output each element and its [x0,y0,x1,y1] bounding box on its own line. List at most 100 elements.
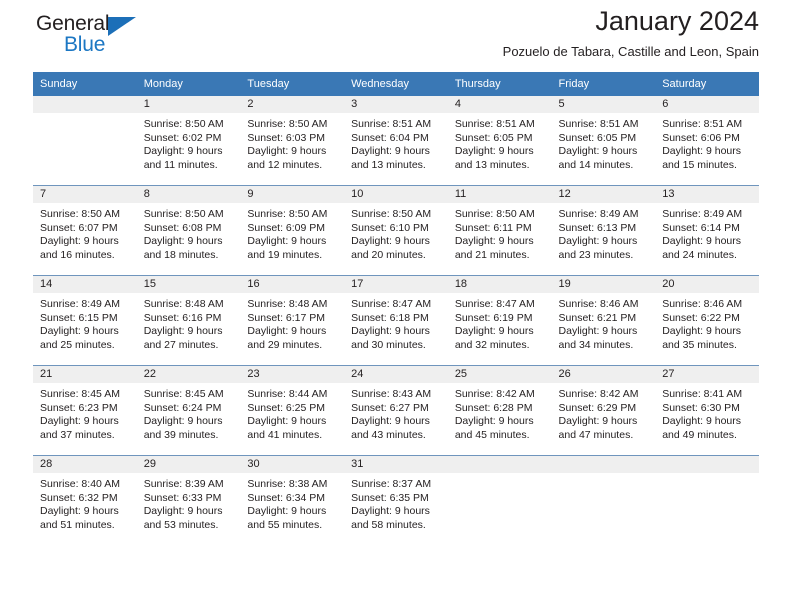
day-detail-text [33,113,137,118]
day-number: 12 [551,186,656,203]
day-detail-line: and 32 minutes. [454,338,530,351]
day-cell-inner: 31 Sunrise: 8:37 AM Sunset: 6:35 PM Dayligh… [344,456,448,545]
calendar-day-cell[interactable]: 31 Sunrise: 8:37 AM Sunset: 6:35 PM Dayligh… [344,455,448,545]
day-cell-inner: 4 Sunrise: 8:51 AM Sunset: 6:05 PM Daylight… [447,96,552,185]
day-number [447,456,552,473]
calendar-day-cell[interactable]: 21 Sunrise: 8:45 AM Sunset: 6:23 PM Dayligh… [33,365,137,456]
day-detail-line: Sunrise: 8:37 AM [351,478,432,490]
day-cell-inner: 17 Sunrise: 8:47 AM Sunset: 6:18 PM Dayligh… [344,276,448,365]
day-number: 16 [240,276,345,293]
day-detail-line: Sunset: 6:33 PM [143,491,222,504]
day-cell-inner: 21 Sunrise: 8:45 AM Sunset: 6:23 PM Dayligh… [33,366,137,455]
calendar-day-cell[interactable]: 20 Sunrise: 8:46 AM Sunset: 6:22 PM Dayligh… [655,275,759,366]
calendar-day-cell[interactable]: 11 Sunrise: 8:50 AM Sunset: 6:11 PM Dayligh… [447,185,552,276]
day-detail-line: Sunset: 6:23 PM [40,401,118,414]
day-detail-text: Sunrise: 8:37 AM Sunset: 6:35 PM Daylight:… [344,473,448,532]
day-detail-line: and 30 minutes. [351,338,426,351]
day-detail-text [552,473,656,478]
calendar-day-cell[interactable]: 19 Sunrise: 8:46 AM Sunset: 6:21 PM Dayligh… [551,275,656,366]
page-header: General Blue January 2024 Pozuelo de Tab… [33,0,759,72]
calendar-day-cell[interactable]: 4 Sunrise: 8:51 AM Sunset: 6:05 PM Daylight… [447,96,552,186]
calendar-day-cell[interactable]: 26 Sunrise: 8:42 AM Sunset: 6:29 PM Dayligh… [551,365,656,456]
day-cell-inner: 2 Sunrise: 8:50 AM Sunset: 6:03 PM Daylight… [240,96,345,185]
calendar-day-cell[interactable]: 25 Sunrise: 8:42 AM Sunset: 6:28 PM Dayligh… [447,365,552,456]
calendar-day-cell[interactable]: 15 Sunrise: 8:48 AM Sunset: 6:16 PM Dayligh… [136,275,241,366]
day-detail-text: Sunrise: 8:39 AM Sunset: 6:33 PM Daylight:… [137,473,241,532]
day-cell-inner: 25 Sunrise: 8:42 AM Sunset: 6:28 PM Dayligh… [447,366,552,455]
calendar-day-cell[interactable]: 24 Sunrise: 8:43 AM Sunset: 6:27 PM Dayligh… [344,365,448,456]
day-detail-line: and 13 minutes. [351,158,426,171]
day-detail-line: Daylight: 9 hours [40,235,119,248]
day-detail-line: Daylight: 9 hours [247,415,327,428]
calendar-day-cell[interactable]: 13 Sunrise: 8:49 AM Sunset: 6:14 PM Dayligh… [655,185,759,276]
calendar-day-cell[interactable]: 7 Sunrise: 8:50 AM Sunset: 6:07 PM Daylight… [33,185,137,276]
day-number: 25 [447,366,552,383]
day-number: 11 [447,186,552,203]
day-number: 15 [136,276,241,293]
calendar-day-cell[interactable]: 5 Sunrise: 8:51 AM Sunset: 6:05 PM Daylight… [551,96,656,186]
calendar-day-cell[interactable]: 16 Sunrise: 8:48 AM Sunset: 6:17 PM Dayligh… [240,275,345,366]
day-number: 9 [240,186,345,203]
calendar-day-cell[interactable]: 27 Sunrise: 8:41 AM Sunset: 6:30 PM Dayligh… [655,365,759,456]
day-detail-line: Sunset: 6:21 PM [558,311,637,324]
day-detail-line: Sunset: 6:15 PM [40,311,118,324]
day-detail-text: Sunrise: 8:43 AM Sunset: 6:27 PM Daylight:… [344,383,448,442]
day-detail-line: Sunset: 6:35 PM [351,491,429,504]
day-detail-line: Daylight: 9 hours [143,505,223,518]
calendar-week-row: 1 Sunrise: 8:50 AM Sunset: 6:02 PM Daylight… [33,96,759,186]
day-detail-line: Sunrise: 8:39 AM [143,478,224,490]
weekday-header-friday: Friday [551,72,656,96]
day-cell-inner [447,456,552,545]
day-detail-line: Sunset: 6:04 PM [351,131,429,144]
calendar-body: 1 Sunrise: 8:50 AM Sunset: 6:02 PM Daylight… [33,96,759,545]
day-detail-line: and 18 minutes. [143,248,219,261]
day-detail-line: Sunrise: 8:50 AM [454,208,535,220]
calendar-day-cell[interactable]: 8 Sunrise: 8:50 AM Sunset: 6:08 PM Daylight… [136,185,241,276]
day-detail-text: Sunrise: 8:45 AM Sunset: 6:23 PM Daylight:… [33,383,137,442]
day-detail-line: Daylight: 9 hours [662,415,742,428]
day-detail-line: Sunset: 6:18 PM [351,311,429,324]
day-cell-inner: 9 Sunrise: 8:50 AM Sunset: 6:09 PM Daylight… [240,186,345,275]
day-number: 26 [551,366,656,383]
day-number: 17 [344,276,448,293]
day-number: 1 [136,96,241,113]
calendar-day-cell[interactable]: 22 Sunrise: 8:45 AM Sunset: 6:24 PM Dayligh… [136,365,241,456]
day-detail-line: and 14 minutes. [558,158,634,171]
calendar-day-cell[interactable]: 2 Sunrise: 8:50 AM Sunset: 6:03 PM Daylight… [240,96,345,186]
day-detail-line: Daylight: 9 hours [351,415,430,428]
calendar-day-cell[interactable]: 10 Sunrise: 8:50 AM Sunset: 6:10 PM Dayligh… [344,185,448,276]
day-detail-text: Sunrise: 8:49 AM Sunset: 6:14 PM Daylight:… [655,203,759,262]
day-detail-line: and 35 minutes. [662,338,737,351]
calendar-day-cell[interactable]: 6 Sunrise: 8:51 AM Sunset: 6:06 PM Daylight… [655,96,759,186]
day-detail-text: Sunrise: 8:42 AM Sunset: 6:28 PM Daylight:… [448,383,552,442]
day-detail-line: Daylight: 9 hours [454,415,534,428]
calendar-empty-cell [551,455,656,545]
calendar-day-cell[interactable]: 9 Sunrise: 8:50 AM Sunset: 6:09 PM Daylight… [240,185,345,276]
calendar-day-cell[interactable]: 29 Sunrise: 8:39 AM Sunset: 6:33 PM Dayligh… [136,455,241,545]
day-detail-line: Daylight: 9 hours [662,145,742,158]
day-detail-line: Daylight: 9 hours [40,325,119,338]
day-detail-line: and 43 minutes. [351,428,426,441]
day-cell-inner: 15 Sunrise: 8:48 AM Sunset: 6:16 PM Dayligh… [136,276,241,365]
day-detail-line: Sunrise: 8:51 AM [558,118,639,130]
day-number: 22 [136,366,241,383]
day-detail-line: Daylight: 9 hours [662,235,742,248]
day-cell-inner: 27 Sunrise: 8:41 AM Sunset: 6:30 PM Dayligh… [655,366,759,455]
calendar-day-cell[interactable]: 30 Sunrise: 8:38 AM Sunset: 6:34 PM Dayligh… [240,455,345,545]
calendar-day-cell[interactable]: 23 Sunrise: 8:44 AM Sunset: 6:25 PM Dayligh… [240,365,345,456]
calendar-day-cell[interactable]: 17 Sunrise: 8:47 AM Sunset: 6:18 PM Dayligh… [344,275,448,366]
calendar-day-cell[interactable]: 1 Sunrise: 8:50 AM Sunset: 6:02 PM Daylight… [136,96,241,186]
day-detail-line: Daylight: 9 hours [351,235,430,248]
calendar-day-cell[interactable]: 3 Sunrise: 8:51 AM Sunset: 6:04 PM Daylight… [344,96,448,186]
weekday-header-tuesday: Tuesday [240,72,345,96]
calendar-day-cell[interactable]: 12 Sunrise: 8:49 AM Sunset: 6:13 PM Dayligh… [551,185,656,276]
calendar-week-row: 7 Sunrise: 8:50 AM Sunset: 6:07 PM Daylight… [33,185,759,276]
calendar-day-cell[interactable]: 14 Sunrise: 8:49 AM Sunset: 6:15 PM Dayligh… [33,275,137,366]
day-detail-line: Daylight: 9 hours [351,145,430,158]
calendar-week-row: 28 Sunrise: 8:40 AM Sunset: 6:32 PM Dayligh… [33,455,759,545]
calendar-day-cell[interactable]: 28 Sunrise: 8:40 AM Sunset: 6:32 PM Dayligh… [33,455,137,545]
general-blue-logo[interactable]: General Blue [36,12,156,60]
day-detail-text [655,473,759,478]
calendar-day-cell[interactable]: 18 Sunrise: 8:47 AM Sunset: 6:19 PM Dayligh… [447,275,552,366]
day-cell-inner [551,456,656,545]
